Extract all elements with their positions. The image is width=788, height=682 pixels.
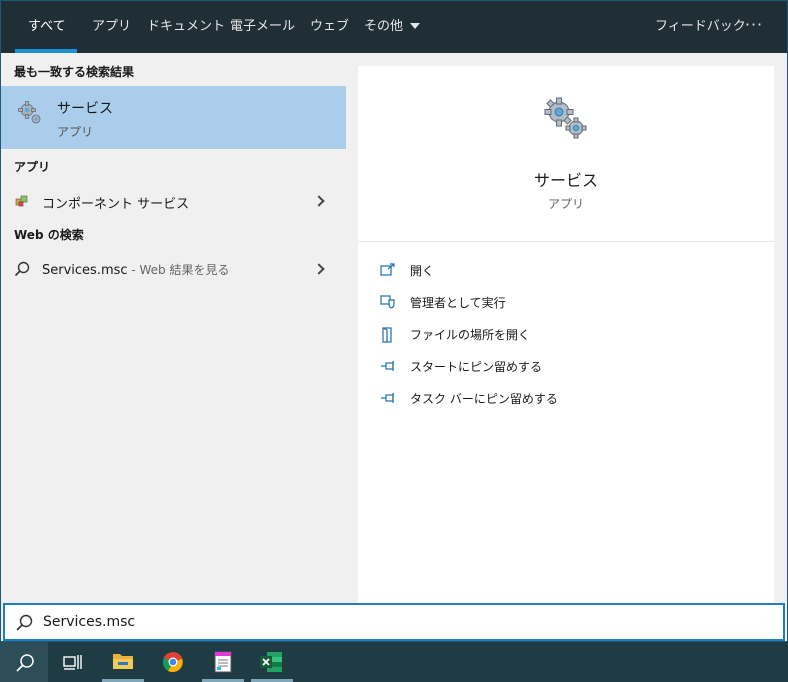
best-match-title: サービス: [57, 101, 113, 117]
tab-all[interactable]: すべて: [28, 1, 66, 53]
file-explorer-icon: [113, 654, 133, 669]
action-pin-to-start[interactable]: スタートにピン留めする: [380, 355, 760, 379]
tab-web[interactable]: ウェブ: [310, 1, 349, 53]
detail-title: サービス: [533, 171, 598, 190]
chevron-right-icon[interactable]: [313, 195, 325, 207]
detail-subtitle: アプリ: [547, 197, 584, 211]
taskbar-excel[interactable]: [248, 642, 296, 682]
tab-more[interactable]: その他: [364, 1, 421, 53]
taskbar-chrome[interactable]: [149, 642, 197, 682]
chevron-down-icon: [410, 22, 421, 29]
open-file-location-icon: [382, 327, 392, 343]
search-icon: [16, 614, 33, 631]
web-search-label: Services.msc - Web 結果を見る: [42, 261, 229, 278]
pin-taskbar-icon: [381, 393, 394, 403]
web-search-suffix: - Web 結果を見る: [127, 263, 230, 277]
task-view-icon: [63, 655, 82, 670]
action-open-file-location-label: ファイルの場所を開く: [410, 328, 531, 342]
taskbar-file-explorer[interactable]: [99, 642, 147, 682]
more-options-button[interactable]: ···: [742, 1, 766, 53]
taskbar-search-button[interactable]: [0, 642, 48, 682]
action-open-file-location[interactable]: ファイルの場所を開く: [380, 323, 760, 347]
best-match-subtitle: アプリ: [57, 125, 94, 139]
open-icon: [380, 263, 395, 276]
apps-header: アプリ: [14, 160, 51, 174]
search-icon: [16, 654, 34, 672]
action-open[interactable]: 開く: [380, 259, 760, 283]
web-search-result[interactable]: Services.msc - Web 結果を見る: [1, 252, 346, 286]
search-box[interactable]: Services.msc: [3, 603, 785, 641]
best-match-result[interactable]: サービス アプリ: [1, 86, 346, 149]
app-result-component-services[interactable]: コンポーネント サービス: [1, 184, 346, 218]
search-input[interactable]: Services.msc: [43, 614, 135, 630]
tab-email[interactable]: 電子メール: [230, 1, 295, 53]
pin-start-icon: [381, 361, 394, 371]
tab-apps[interactable]: アプリ: [92, 1, 131, 53]
gears-icon: [544, 97, 587, 139]
run-as-admin-icon: [380, 295, 395, 309]
web-search-header: Web の検索: [14, 228, 84, 242]
search-window: すべて アプリ ドキュメント 電子メール ウェブ その他 フィードバック ···…: [0, 0, 788, 642]
component-services-icon: [15, 195, 28, 207]
taskbar-notepad-app[interactable]: [199, 642, 247, 682]
tab-more-label: その他: [364, 19, 404, 34]
detail-pane: サービス アプリ 開く 管理者として実行 ファイルの場所を開く スタートにピン留…: [358, 66, 774, 603]
action-run-as-admin-label: 管理者として実行: [410, 296, 506, 310]
action-pin-to-taskbar-label: タスク バーにピン留めする: [410, 392, 558, 406]
task-view-button[interactable]: [49, 642, 97, 682]
gears-icon: [18, 101, 41, 124]
notepad-icon: [214, 651, 232, 673]
search-filter-bar: すべて アプリ ドキュメント 電子メール ウェブ その他 フィードバック ···: [1, 1, 787, 53]
best-match-header: 最も一致する検索結果: [14, 65, 135, 79]
chrome-icon: [163, 652, 183, 673]
feedback-button[interactable]: フィードバック: [655, 1, 746, 53]
chevron-right-icon[interactable]: [313, 263, 325, 275]
app-result-label: コンポーネント サービス: [42, 197, 190, 212]
action-run-as-admin[interactable]: 管理者として実行: [380, 291, 760, 315]
taskbar: [0, 642, 788, 682]
action-pin-to-taskbar[interactable]: タスク バーにピン留めする: [380, 387, 760, 411]
divider: [358, 241, 774, 242]
excel-icon: [260, 652, 282, 672]
tab-documents[interactable]: ドキュメント: [147, 1, 225, 53]
results-pane: 最も一致する検索結果 サービス アプリ アプリ コンポーネント サービス Web…: [1, 53, 346, 603]
action-open-label: 開く: [410, 264, 435, 278]
search-icon: [14, 261, 30, 277]
web-search-query: Services.msc: [42, 263, 128, 278]
action-pin-to-start-label: スタートにピン留めする: [410, 360, 543, 374]
